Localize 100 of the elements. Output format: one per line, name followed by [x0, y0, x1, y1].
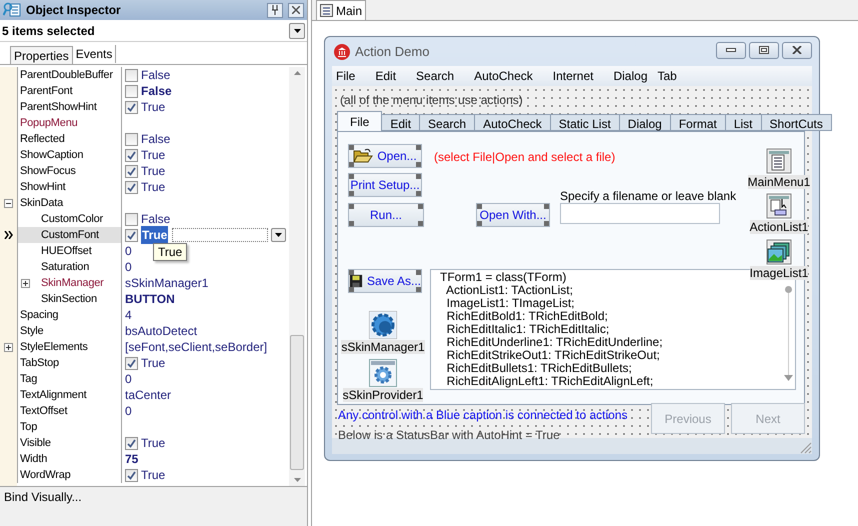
property-name[interactable]: SkinManager	[41, 274, 104, 292]
property-value[interactable]: sSkinManager1	[125, 274, 208, 292]
property-name[interactable]: PopupMenu	[20, 114, 78, 132]
pin-button[interactable]	[267, 2, 283, 18]
menu-item[interactable]: Tab	[658, 67, 677, 85]
tab[interactable]: Search	[419, 114, 476, 131]
close-button[interactable]	[288, 2, 304, 18]
checkbox[interactable]	[125, 356, 138, 370]
property-name[interactable]: ParentDoubleBuffer	[20, 66, 113, 84]
selection-handle[interactable]	[349, 270, 354, 275]
scrollbar[interactable]	[289, 67, 305, 486]
action-button[interactable]: Save As...	[348, 269, 422, 293]
property-name[interactable]: SkinSection	[41, 290, 97, 308]
selection-dropdown[interactable]: 5 items selected	[2, 22, 289, 40]
checkbox[interactable]	[125, 228, 138, 242]
property-value[interactable]: bsAutoDetect	[125, 322, 198, 340]
property-name[interactable]: Visible	[20, 434, 51, 452]
scroll-down-icon[interactable]	[784, 375, 792, 381]
property-value[interactable]: False	[141, 66, 170, 84]
property-name[interactable]: TextOffset	[20, 402, 68, 420]
selection-handle[interactable]	[416, 287, 421, 292]
tab[interactable]: AutoCheck	[474, 114, 551, 131]
checkbox[interactable]	[125, 468, 138, 482]
property-name[interactable]: ShowCaption	[20, 146, 84, 164]
property-name[interactable]: ShowHint	[20, 178, 66, 196]
property-name[interactable]: Tag	[20, 370, 38, 388]
tab[interactable]: ShortCuts	[760, 114, 832, 131]
scroll-thumb[interactable]	[290, 335, 304, 470]
property-name[interactable]: StyleElements	[20, 338, 88, 356]
property-name[interactable]: Spacing	[20, 306, 58, 324]
selection-handle[interactable]	[416, 162, 421, 167]
property-value[interactable]: taCenter	[125, 386, 172, 404]
checkbox[interactable]	[125, 84, 138, 98]
selection-handle[interactable]	[349, 145, 354, 150]
action-button[interactable]: Print Setup...	[348, 173, 422, 197]
action-button[interactable]: Open...	[348, 144, 422, 168]
action-button[interactable]: Open With...	[476, 203, 550, 227]
property-name[interactable]: TextAlignment	[20, 386, 86, 404]
selection-handle[interactable]	[416, 191, 421, 196]
property-value[interactable]: False	[141, 210, 170, 228]
scroll-thumb[interactable]	[784, 286, 792, 293]
property-value[interactable]: 0	[125, 242, 132, 260]
tab[interactable]: Static List	[550, 114, 620, 131]
close-button[interactable]	[782, 42, 812, 58]
property-value[interactable]: 75	[125, 450, 138, 468]
selection-handle[interactable]	[349, 287, 354, 292]
property-value[interactable]: True	[141, 466, 166, 484]
property-value[interactable]: True	[141, 178, 166, 196]
property-value[interactable]: True	[141, 162, 166, 180]
property-name[interactable]: SkinData	[20, 194, 64, 212]
menu-item[interactable]: AutoCheck	[474, 67, 533, 85]
tab[interactable]: File	[337, 111, 382, 131]
menu-item[interactable]: Dialog	[613, 67, 648, 85]
selection-handle[interactable]	[349, 191, 354, 196]
menu-item[interactable]: Search	[416, 67, 454, 85]
tab[interactable]: Edit	[381, 114, 420, 131]
property-value[interactable]: 0	[125, 402, 132, 420]
selection-handle[interactable]	[477, 221, 482, 226]
property-name[interactable]: CustomColor	[41, 210, 103, 228]
property-value[interactable]: 0	[125, 258, 132, 276]
menu-item[interactable]: Edit	[375, 67, 396, 85]
action-button[interactable]: Run...	[348, 203, 424, 227]
dropdown-button[interactable]	[271, 228, 286, 242]
property-value[interactable]: True	[141, 434, 166, 452]
selection-handle[interactable]	[349, 204, 354, 209]
property-value[interactable]: 0	[125, 370, 132, 388]
selection-handle[interactable]	[544, 221, 549, 226]
property-value[interactable]: False	[141, 82, 172, 100]
property-value[interactable]: 4	[125, 306, 132, 324]
selection-handle[interactable]	[416, 145, 421, 150]
expand-icon[interactable]	[21, 278, 30, 288]
selection-handle[interactable]	[349, 162, 354, 167]
property-name[interactable]: Saturation	[41, 258, 90, 276]
scroll-up-icon[interactable]	[294, 71, 300, 75]
checkbox[interactable]	[125, 212, 138, 226]
filename-input[interactable]	[560, 203, 720, 224]
property-value[interactable]: True	[141, 226, 168, 244]
checkbox[interactable]	[125, 132, 138, 146]
selection-handle[interactable]	[416, 174, 421, 179]
property-value[interactable]: True	[141, 98, 166, 116]
tab[interactable]: Main	[316, 0, 366, 20]
property-name[interactable]: HUEOffset	[41, 242, 92, 260]
selection-handle[interactable]	[418, 221, 423, 226]
property-value[interactable]: True	[141, 146, 166, 164]
property-value[interactable]: [seFont,seClient,seBorder]	[125, 338, 268, 356]
menu-item[interactable]: File	[336, 67, 356, 85]
expand-icon[interactable]	[4, 342, 13, 352]
scroll-down-icon[interactable]	[294, 478, 300, 482]
property-name[interactable]: ParentShowHint	[20, 98, 97, 116]
property-name[interactable]: Top	[20, 418, 38, 436]
dropdown-button[interactable]	[289, 22, 305, 38]
property-name[interactable]: Style	[20, 322, 44, 340]
selection-handle[interactable]	[349, 174, 354, 179]
checkbox[interactable]	[125, 180, 138, 194]
selection-handle[interactable]	[477, 204, 482, 209]
checkbox[interactable]	[125, 148, 138, 162]
property-value[interactable]: True	[141, 354, 166, 372]
tab[interactable]: List	[724, 114, 762, 131]
selection-handle[interactable]	[418, 204, 423, 209]
property-name[interactable]: Reflected	[20, 130, 65, 148]
